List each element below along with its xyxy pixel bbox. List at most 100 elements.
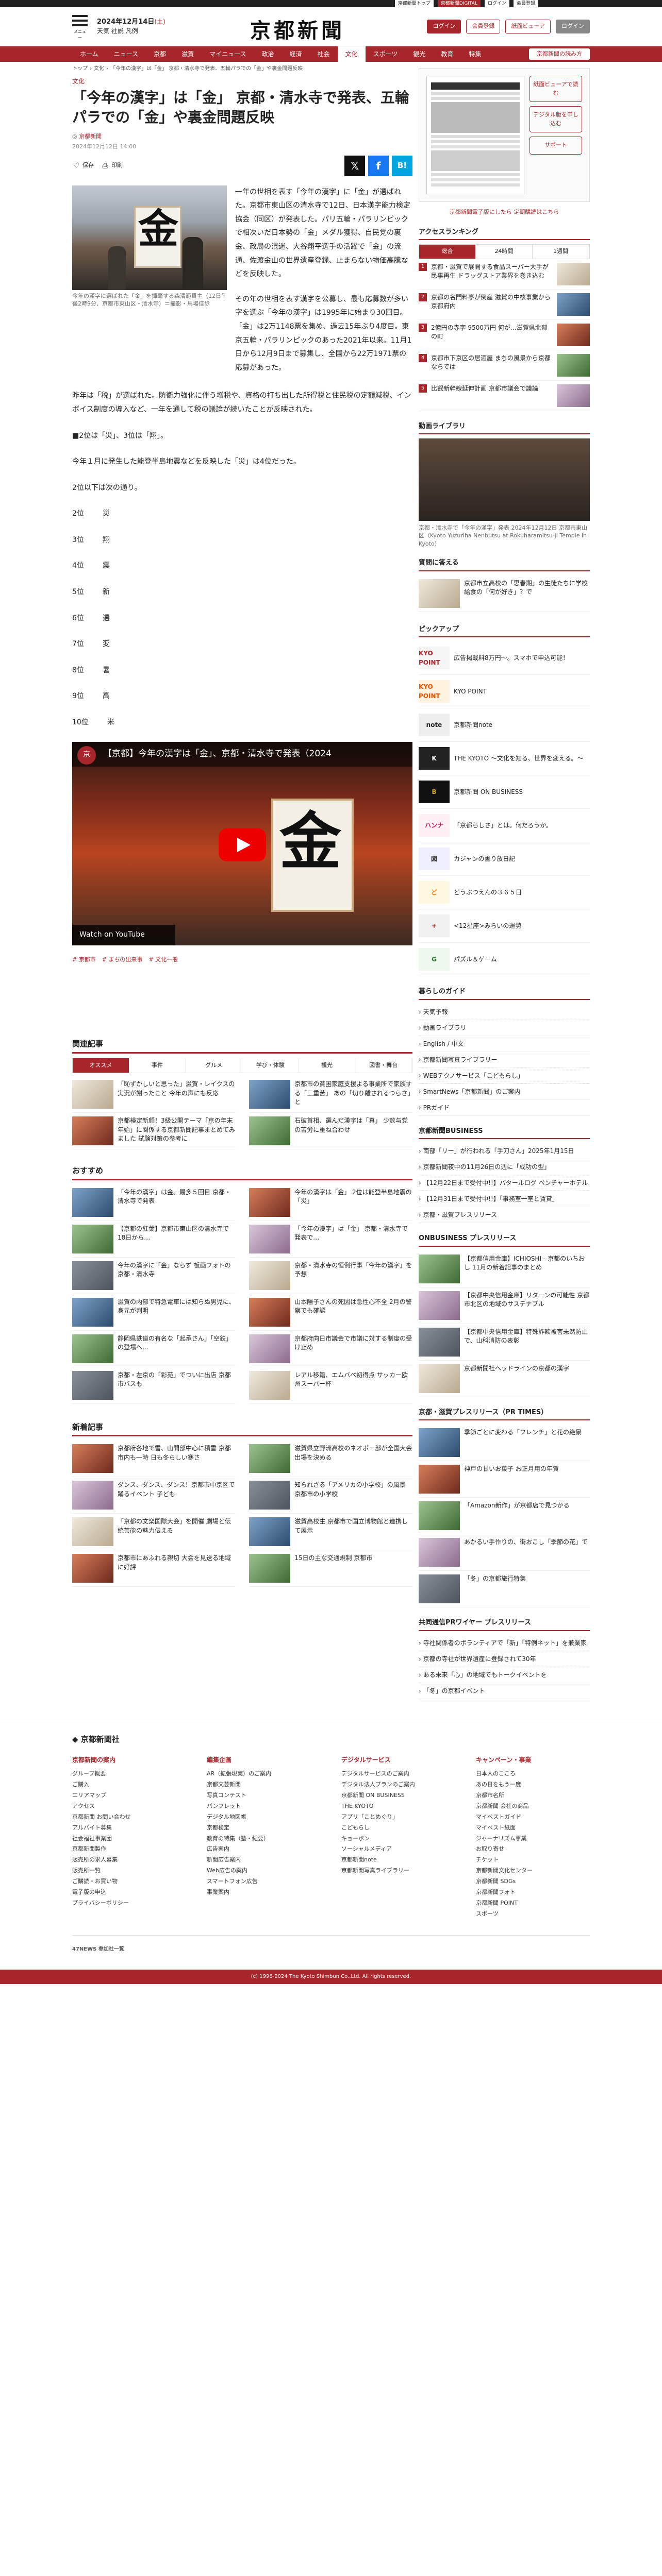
- link-item[interactable]: › 【12月22日まで受付中!!】パタールログ ベンチャーホテル: [419, 1175, 590, 1192]
- list-item[interactable]: 滋賀の内部で特急電車には知らぬ男児に、身元が判明: [72, 1294, 236, 1331]
- footer-link[interactable]: パンフレット: [207, 1801, 321, 1812]
- video-library-thumb[interactable]: [419, 438, 590, 521]
- nav-item[interactable]: 滋賀: [174, 46, 202, 62]
- footer-link[interactable]: 京都新聞 SDGs: [476, 1876, 590, 1887]
- nav-item[interactable]: 特集: [461, 46, 489, 62]
- byline-source[interactable]: 京都新聞: [79, 133, 102, 140]
- pickup-item[interactable]: KYO POINT 広告掲載料8万円〜。スマホで申込可能！: [419, 641, 590, 675]
- nav-item[interactable]: 文化: [337, 46, 366, 62]
- footer-link[interactable]: マイベスト紙面: [476, 1823, 590, 1834]
- link-item[interactable]: › 「冬」の京都イベント: [419, 1683, 590, 1699]
- link-item[interactable]: › WEBテクノサービス「こどもらし」: [419, 1068, 590, 1084]
- footer-link[interactable]: スポーツ: [476, 1909, 590, 1920]
- list-item[interactable]: ダンス、ダンス、ダンス！京都市中京区で踊るイベント 子ども: [72, 1477, 236, 1514]
- footer-link[interactable]: エリアマップ: [72, 1790, 186, 1801]
- ranking-tab[interactable]: 総合: [419, 245, 476, 259]
- pickup-item[interactable]: 図カジャンの書り放日記: [419, 842, 590, 876]
- footer-link[interactable]: デジタル法人プランのご案内: [341, 1780, 455, 1790]
- nav-info-link[interactable]: 京都新聞の読み方: [529, 48, 590, 60]
- top-link-digital[interactable]: 京都新聞DIGITAL: [437, 0, 481, 7]
- list-item[interactable]: 「京都の文楽国際大会」を開催 劇場と伝統芸能の魅力伝える: [72, 1514, 236, 1551]
- link-item[interactable]: › SmartNews「京都新聞」のご案内: [419, 1084, 590, 1100]
- list-item[interactable]: 今年の漢字に「金」ならず 板画フォトの京都・清水寺: [72, 1258, 236, 1294]
- nav-item[interactable]: スポーツ: [366, 46, 406, 62]
- list-item[interactable]: 「今年の漢字」は「金」 京都・清水寺で発表で…: [249, 1221, 412, 1258]
- list-item[interactable]: 石破首相、選んだ漢字は「真」 少数与党の苦労に重ね合わせ: [249, 1113, 412, 1150]
- footer-link[interactable]: スマートフォン広告: [207, 1876, 321, 1887]
- list-item[interactable]: 滋賀県立野洲高校のネオポー部が全国大会出場を決める: [249, 1440, 412, 1478]
- press-item[interactable]: 季節ごとに変わる「フレンチ」と花の絶景: [419, 1425, 590, 1462]
- top-link-home[interactable]: 京都新聞トップ: [394, 0, 434, 7]
- pickup-item[interactable]: K THE KYOTO 〜文化を知る、世界を変える。〜: [419, 742, 590, 776]
- footer-link[interactable]: アプリ「ことめぐり」: [341, 1812, 455, 1823]
- footer-link[interactable]: 事業案内: [207, 1887, 321, 1898]
- video-library-caption[interactable]: 京都・清水寺で「今年の漢字」発表 2024年12月12日 京都市東山区（Kyot…: [419, 524, 590, 548]
- watch-on-youtube-link[interactable]: Watch on YouTube: [72, 924, 175, 945]
- ranking-item[interactable]: 2 京都の名門料亭が倒産 滋賀の中核事業から京都府内: [419, 290, 590, 320]
- list-item[interactable]: 【京都の紅葉】京都市東山区の清水寺で18日から…: [72, 1221, 236, 1258]
- pickup-item[interactable]: B 京都新聞 ON BUSINESS: [419, 775, 590, 809]
- menu-button[interactable]: メニュー: [72, 12, 88, 41]
- x-share-icon[interactable]: 𝕏: [344, 155, 365, 176]
- press-item[interactable]: 京都新聞社ヘッドラインの京都の漢字: [419, 1361, 590, 1397]
- link-item[interactable]: › 京都の寺社が世界遺産に登録されて30年: [419, 1651, 590, 1667]
- footer-link[interactable]: お取り寄せ: [476, 1844, 590, 1855]
- pickup-item[interactable]: G パズル＆ゲーム: [419, 943, 590, 977]
- footer-link[interactable]: 新聞広告案内: [207, 1855, 321, 1866]
- list-item[interactable]: 京都市にあふれる親切 大会を見送る地域に好評: [72, 1550, 236, 1587]
- footer-link[interactable]: 京都新聞 お問い合わせ: [72, 1812, 186, 1823]
- nav-item[interactable]: ニュース: [106, 46, 146, 62]
- press-item[interactable]: あかるい手作りの、街おこし「季節の花」で: [419, 1534, 590, 1571]
- article-tag[interactable]: # 文化一般: [148, 956, 178, 964]
- footer-link[interactable]: ご購入: [72, 1780, 186, 1790]
- facebook-share-icon[interactable]: f: [368, 155, 389, 176]
- pickup-item[interactable]: ハンナ 「京都らしさ」とは。何だろうか。: [419, 809, 590, 843]
- nav-item[interactable]: 教育: [433, 46, 461, 62]
- footer-link[interactable]: 販売所の求人募集: [72, 1855, 186, 1866]
- footer-link[interactable]: 京都新聞製作: [72, 1844, 186, 1855]
- footer-link[interactable]: グループ概要: [72, 1769, 186, 1780]
- breadcrumb-item[interactable]: 文化: [94, 65, 104, 73]
- footer-link[interactable]: 社会福祉事業団: [72, 1834, 186, 1844]
- footer-link[interactable]: 京都新聞フォト: [476, 1887, 590, 1898]
- save-button[interactable]: ♡ 保存: [72, 161, 94, 170]
- pickup-item[interactable]: どどうぶつえんの３６５日: [419, 876, 590, 910]
- login-button[interactable]: ログイン: [427, 20, 461, 33]
- link-item[interactable]: › ある未来「心」の地域でもトークイベントを: [419, 1667, 590, 1683]
- related-tab[interactable]: 観光: [299, 1058, 356, 1073]
- link-item[interactable]: › 【12月31日まで受付中!!】「事務室一室と賃貸」: [419, 1191, 590, 1208]
- footer-link[interactable]: ソーシャルメディア: [341, 1844, 455, 1855]
- list-item[interactable]: 静岡県鉄道の有名な「起承さん」「空鉄」の登場へ…: [72, 1331, 236, 1367]
- link-item[interactable]: › 京都・滋賀プレスリリース: [419, 1207, 590, 1224]
- nav-item[interactable]: マイニュース: [202, 46, 254, 62]
- list-item[interactable]: 京都市の貧困家庭支援よる事業所で家族する「三重苦」 あの「切り離されるつらさ」と: [249, 1076, 412, 1113]
- list-item[interactable]: 「恥ずかしいと思った」滋賀・レイクスの実況が謝ったこと 今年の声にも反応: [72, 1076, 236, 1113]
- list-item[interactable]: 知られざる「アメリカの小学校」の風景 京都市の小学校: [249, 1477, 412, 1514]
- link-item[interactable]: › English / 中文: [419, 1036, 590, 1052]
- press-item[interactable]: 【京都中央信用金庫】特殊詐欺被害未然防止で、山科消防の表彰: [419, 1324, 590, 1361]
- list-item[interactable]: 15日の主な交通規制 京都市: [249, 1550, 412, 1587]
- paper-viewer-promo[interactable]: 紙面ビューアで読む デジタル版を申し込むサポート: [419, 68, 590, 202]
- ranking-item[interactable]: 3 2億円の赤字 9500万円 何が…滋賀県北部の町: [419, 320, 590, 350]
- footer-link[interactable]: キョーボン: [341, 1834, 455, 1844]
- viewer-button[interactable]: 紙面ビューアで読む: [529, 76, 582, 102]
- viewer-button[interactable]: サポート: [529, 137, 582, 155]
- top-link-register[interactable]: 会員登録: [513, 0, 538, 7]
- footer-link[interactable]: 販売所一覧: [72, 1866, 186, 1876]
- hatena-share-icon[interactable]: B!: [392, 155, 412, 176]
- link-item[interactable]: › PRガイド: [419, 1100, 590, 1116]
- list-item[interactable]: 京都・左京の「彩苑」でついに出店 京都市バスも: [72, 1367, 236, 1404]
- pickup-item[interactable]: + <12星座>みらいの運勢: [419, 909, 590, 943]
- link-item[interactable]: › 京都新聞夜中の11月26日の週に「成功の型」: [419, 1159, 590, 1176]
- list-item[interactable]: 京都・清水寺の恒例行事「今年の漢字」を予想: [249, 1258, 412, 1294]
- related-tab[interactable]: オススメ: [73, 1058, 129, 1073]
- press-item[interactable]: 神戸の甘いお菓子 お正月用の年賀: [419, 1461, 590, 1498]
- footer-link[interactable]: デジタルサービスのご案内: [341, 1769, 455, 1780]
- footer-link[interactable]: 日本人のこころ: [476, 1769, 590, 1780]
- lead-photo[interactable]: 金 今年の漢字に選ばれた「金」を揮毫する森清範貫主（12日午後2時9分、京都市東…: [72, 185, 227, 375]
- footer-link[interactable]: 教育の特集（塾・紀要）: [207, 1834, 321, 1844]
- footer-link[interactable]: 京都新聞文化センター: [476, 1866, 590, 1876]
- link-item[interactable]: › 動画ライブラリ: [419, 1020, 590, 1036]
- list-item[interactable]: レアル移籍、エムバペ初得点 サッカー欧州スーパー杯: [249, 1367, 412, 1404]
- viewer-button[interactable]: デジタル版を申し込む: [529, 106, 582, 132]
